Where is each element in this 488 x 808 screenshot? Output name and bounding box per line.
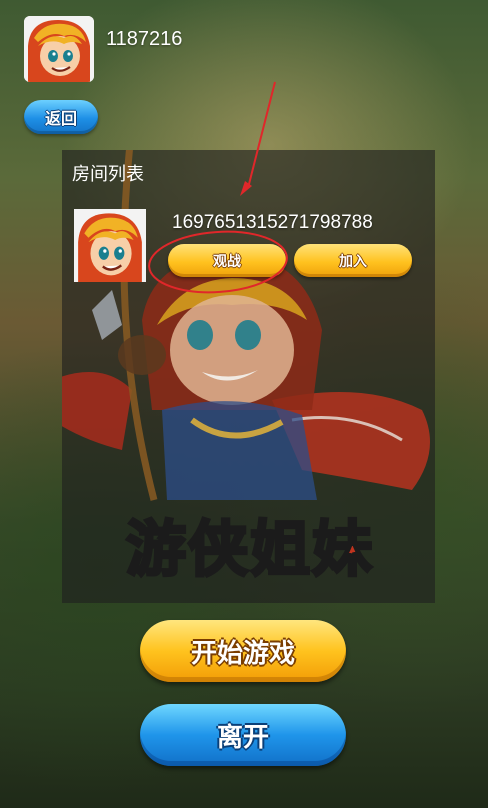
- join-button[interactable]: 加入: [294, 244, 412, 277]
- game-logo-right: 姐妹: [249, 513, 374, 586]
- game-logo-left: 游侠: [125, 513, 250, 586]
- player-avatar: [24, 16, 94, 82]
- back-button[interactable]: 返回: [24, 100, 98, 134]
- room-avatar: [74, 209, 146, 282]
- archer-girl-avatar-icon: [24, 16, 94, 82]
- game-logo: 游侠 姐妹: [70, 504, 430, 586]
- room-id: 1697651315271798788: [172, 212, 373, 233]
- leave-button[interactable]: 离开: [140, 704, 346, 766]
- player-id: 1187216: [106, 28, 183, 50]
- start-game-button[interactable]: 开始游戏: [140, 620, 346, 682]
- room-list-panel: 房间列表 1697651315271798788 观战 加入 游侠 姐妹: [62, 150, 435, 603]
- room-list-title: 房间列表: [72, 164, 144, 185]
- watch-button[interactable]: 观战: [168, 244, 286, 277]
- archer-girl-avatar-icon: [74, 209, 146, 282]
